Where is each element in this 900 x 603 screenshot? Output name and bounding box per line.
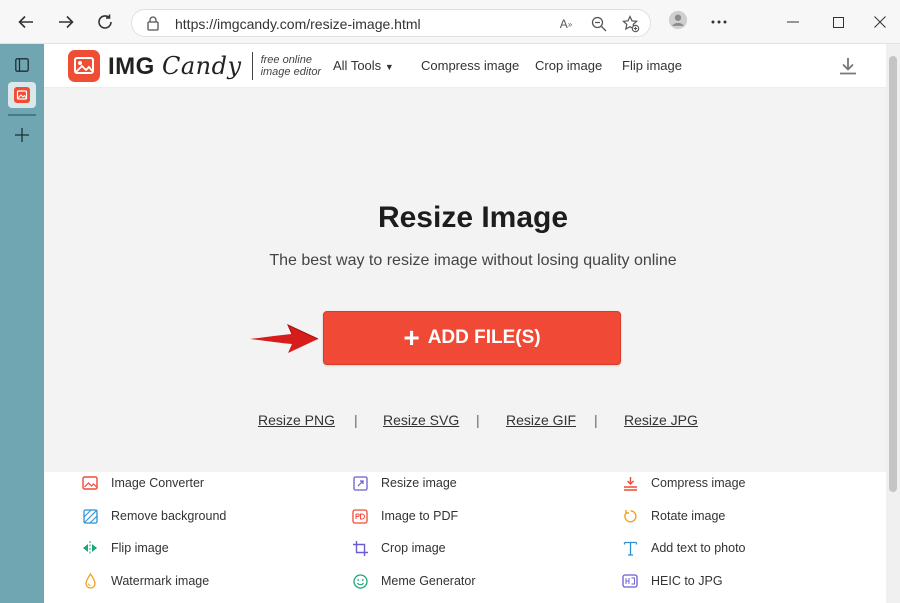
rotate-icon — [622, 508, 638, 524]
logo-divider — [251, 52, 253, 80]
text-icon — [622, 540, 638, 556]
profile-avatar-icon[interactable] — [668, 10, 688, 30]
tab-actions-icon[interactable] — [8, 52, 36, 78]
new-tab-plus-icon[interactable] — [8, 122, 36, 148]
menu-flip-image[interactable]: Flip image — [622, 58, 682, 73]
resize-icon — [352, 475, 368, 491]
logo-candy-text: Candy — [162, 51, 242, 80]
site-header: IMG Candy free online image editor All T… — [44, 44, 886, 88]
tool-add-text-to-photo[interactable]: Add text to photo — [622, 540, 746, 556]
address-bar[interactable]: https://imgcandy.com/resize-image.html A… — [131, 9, 651, 37]
tool-rotate-image[interactable]: Rotate image — [622, 508, 725, 524]
zoom-out-icon[interactable] — [590, 15, 608, 33]
active-tab-favicon-icon[interactable] — [8, 82, 36, 108]
image-converter-icon — [82, 475, 98, 491]
tool-meme-generator[interactable]: Meme Generator — [352, 573, 475, 589]
heic-icon — [622, 573, 638, 589]
link-resize-gif[interactable]: Resize GIF — [506, 412, 576, 428]
more-options-icon[interactable] — [709, 12, 729, 32]
menu-compress-image[interactable]: Compress image — [421, 58, 519, 73]
tool-heic-to-jpg[interactable]: HEIC to JPG — [622, 573, 723, 589]
web-page: IMG Candy free online image editor All T… — [44, 44, 886, 603]
crop-icon — [352, 540, 368, 556]
page-scrollbar[interactable] — [886, 44, 900, 603]
watermark-icon — [82, 573, 98, 589]
link-separator: | — [594, 412, 598, 428]
tool-crop-image[interactable]: Crop image — [352, 540, 446, 556]
menu-crop-image[interactable]: Crop image — [535, 58, 602, 73]
caret-down-icon: ▼ — [384, 62, 394, 72]
tool-image-to-pdf[interactable]: Image to PDF — [352, 508, 458, 524]
read-aloud-icon[interactable]: A» — [557, 15, 575, 33]
back-icon[interactable] — [14, 10, 38, 34]
lock-icon[interactable] — [146, 15, 160, 36]
tool-compress-image[interactable]: Compress image — [622, 475, 745, 491]
refresh-icon[interactable] — [93, 10, 117, 34]
add-files-label: ADD FILE(S) — [427, 327, 541, 348]
rail-divider — [8, 114, 36, 116]
link-separator: | — [354, 412, 358, 428]
forward-icon[interactable] — [54, 10, 78, 34]
plus-icon: + — [403, 322, 420, 353]
link-separator: | — [476, 412, 480, 428]
close-icon[interactable] — [870, 12, 890, 32]
link-resize-svg[interactable]: Resize SVG — [383, 412, 459, 428]
favorite-star-icon[interactable] — [622, 15, 640, 33]
download-icon[interactable] — [838, 56, 858, 81]
scrollbar-thumb[interactable] — [889, 56, 897, 492]
link-resize-png[interactable]: Resize PNG — [258, 412, 335, 428]
logo-mark-icon — [68, 50, 100, 82]
logo-img-text: IMG — [108, 52, 155, 80]
tool-flip-image[interactable]: Flip image — [82, 540, 169, 556]
page-subtitle: The best way to resize image without los… — [269, 252, 677, 269]
pdf-icon — [352, 508, 368, 524]
maximize-icon[interactable] — [828, 12, 848, 32]
add-files-button[interactable]: + ADD FILE(S) — [323, 311, 621, 365]
compress-icon — [622, 475, 638, 491]
imgcandy-logo[interactable]: IMG Candy free online image editor — [68, 50, 321, 82]
vertical-tab-rail — [0, 44, 44, 603]
flip-icon — [82, 540, 98, 556]
remove-background-icon — [82, 508, 98, 524]
tool-image-converter[interactable]: Image Converter — [82, 475, 204, 491]
red-arrow-icon — [250, 323, 319, 353]
browser-toolbar: https://imgcandy.com/resize-image.html A… — [0, 0, 900, 44]
url-text[interactable]: https://imgcandy.com/resize-image.html — [175, 16, 421, 32]
meme-icon — [352, 573, 368, 589]
tagline-line-2: image editor — [260, 66, 322, 78]
minimize-icon[interactable] — [783, 12, 803, 32]
tool-watermark-image[interactable]: Watermark image — [82, 573, 209, 589]
link-resize-jpg[interactable]: Resize JPG — [624, 412, 698, 428]
tagline-line-1: free online — [260, 54, 312, 66]
page-title: Resize Image — [377, 201, 569, 234]
hero-section: Resize Image The best way to resize imag… — [44, 88, 886, 472]
menu-all-tools[interactable]: All Tools ▼ — [333, 58, 394, 73]
tool-resize-image[interactable]: Resize image — [352, 475, 457, 491]
tool-remove-background[interactable]: Remove background — [82, 508, 226, 524]
